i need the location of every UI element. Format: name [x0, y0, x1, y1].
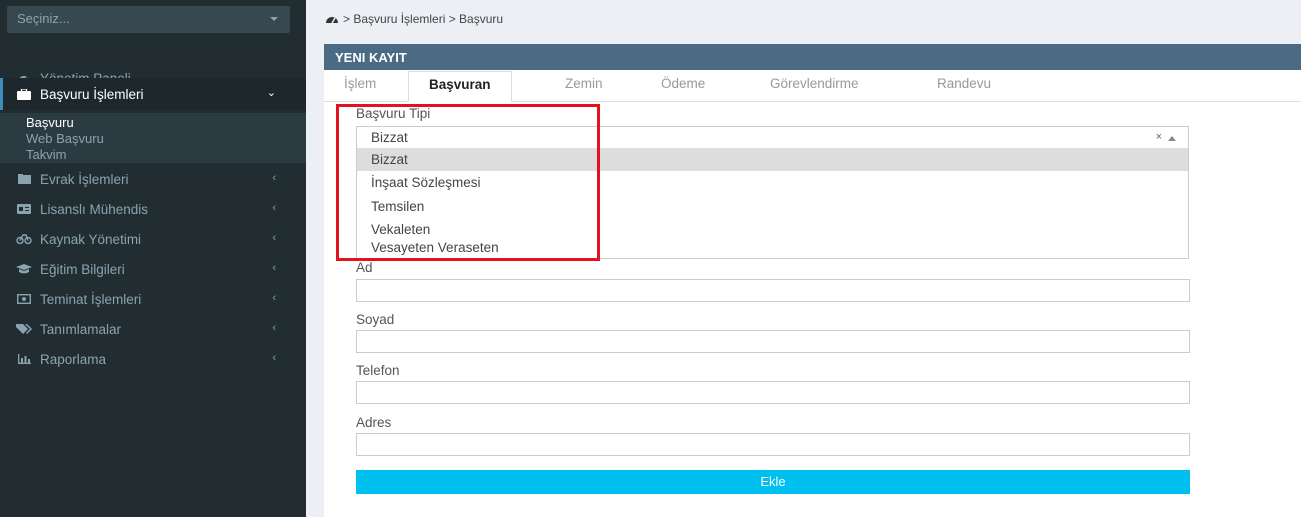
tab-basvuran[interactable]: Başvuran — [408, 71, 512, 102]
graduation-cap-icon — [16, 263, 32, 275]
ad-label: Ad — [356, 260, 373, 275]
tags-icon — [16, 323, 32, 335]
option-vesayeten-veraseten[interactable]: Vesayeten Veraseten — [357, 237, 1188, 259]
sidebar: Seçiniz... Yönetim Paneli Başvuru İşleml… — [0, 0, 306, 517]
box-title: YENI KAYIT — [324, 44, 1301, 70]
sidebar-item-tanimlamalar[interactable]: Tanımlamalar ‹ — [0, 314, 306, 344]
sidebar-item-teminat-islemleri[interactable]: Teminat İşlemleri ‹ — [0, 284, 306, 314]
soyad-label: Soyad — [356, 312, 395, 327]
submenu-item-basvuru[interactable]: Başvuru — [26, 115, 74, 130]
caret-down-icon — [270, 17, 278, 21]
option-bizzat[interactable]: Bizzat — [357, 149, 1188, 171]
telefon-label: Telefon — [356, 363, 400, 378]
sidebar-item-label: Tanımlamalar — [40, 321, 122, 337]
option-insaat-sozlesmesi[interactable]: İnşaat Sözleşmesi — [357, 172, 1188, 194]
tab-odeme[interactable]: Ödeme — [661, 76, 705, 91]
tab-randevu[interactable]: Randevu — [937, 76, 991, 91]
chevron-left-icon: ‹ — [272, 352, 276, 364]
chevron-left-icon: ‹ — [272, 202, 276, 214]
selected-value-text: Bizzat — [371, 130, 408, 145]
sidebar-item-label: Raporlama — [40, 351, 107, 367]
chevron-down-icon: ⌄ — [266, 87, 276, 99]
bicycle-icon — [16, 233, 32, 245]
tab-bar: İşlem Başvuran Zemin Ödeme Görevlendirme… — [324, 71, 1301, 102]
basvuru-tipi-select[interactable]: Bizzat × Bizzat İnşaat Sözleşmesi Temsil… — [356, 126, 1189, 259]
option-temsilen[interactable]: Temsilen — [357, 196, 1188, 218]
chevron-up-icon[interactable] — [1168, 136, 1176, 141]
sidebar-item-lisansli-muhendis[interactable]: Lisanslı Mühendis ‹ — [0, 194, 306, 224]
sidebar-item-label: Kaynak Yönetimi — [40, 231, 142, 247]
chevron-left-icon: ‹ — [272, 262, 276, 274]
breadcrumb-path[interactable]: > Başvuru İşlemleri > Başvuru — [343, 12, 503, 26]
sidebar-item-basvuru-islemleri[interactable]: Başvuru İşlemleri ⌄ — [0, 78, 306, 110]
sidebar-item-label: Evrak İşlemleri — [40, 171, 129, 187]
submenu-item-takvim[interactable]: Takvim — [26, 147, 66, 162]
basvuru-tipi-label: Başvuru Tipi — [356, 106, 431, 121]
telefon-input[interactable] — [356, 381, 1190, 404]
bar-chart-icon — [16, 353, 32, 365]
basvuru-tipi-selected-value[interactable]: Bizzat × — [357, 127, 1188, 149]
submenu-item-web-basvuru[interactable]: Web Başvuru — [26, 131, 104, 146]
sidebar-item-label: Eğitim Bilgileri — [40, 261, 125, 277]
sidebar-item-kaynak-yonetimi[interactable]: Kaynak Yönetimi ‹ — [0, 224, 306, 254]
adres-label: Adres — [356, 415, 392, 430]
sidebar-item-evrak-islemleri[interactable]: Evrak İşlemleri ‹ — [0, 164, 306, 194]
sidebar-item-label: Başvuru İşlemleri — [40, 86, 144, 102]
sidebar-select-placeholder: Seçiniz... — [17, 11, 70, 26]
money-icon — [16, 293, 32, 305]
adres-input[interactable] — [356, 433, 1190, 456]
sidebar-search-select[interactable]: Seçiniz... — [7, 6, 290, 33]
briefcase-icon — [16, 88, 32, 100]
tab-islem[interactable]: İşlem — [344, 76, 376, 91]
dashboard-icon[interactable] — [325, 14, 339, 24]
clear-icon[interactable]: × — [1156, 131, 1162, 143]
chevron-left-icon: ‹ — [272, 292, 276, 304]
breadcrumb: > Başvuru İşlemleri > Başvuru — [325, 12, 503, 26]
sidebar-item-label: Teminat İşlemleri — [40, 291, 142, 307]
add-button[interactable]: Ekle — [356, 470, 1190, 494]
tab-gorevlendirme[interactable]: Görevlendirme — [770, 76, 859, 91]
sidebar-item-egitim-bilgileri[interactable]: Eğitim Bilgileri ‹ — [0, 254, 306, 284]
chevron-left-icon: ‹ — [272, 322, 276, 334]
soyad-input[interactable] — [356, 330, 1190, 353]
tab-zemin[interactable]: Zemin — [565, 76, 603, 91]
folder-icon — [16, 173, 32, 185]
chevron-left-icon: ‹ — [272, 232, 276, 244]
sidebar-item-raporlama[interactable]: Raporlama ‹ — [0, 344, 306, 374]
sidebar-submenu: Başvuru Web Başvuru Takvim — [0, 113, 306, 163]
id-card-icon — [16, 203, 32, 215]
ad-input[interactable] — [356, 279, 1190, 302]
chevron-left-icon: ‹ — [272, 172, 276, 184]
sidebar-item-label: Lisanslı Mühendis — [40, 201, 149, 217]
